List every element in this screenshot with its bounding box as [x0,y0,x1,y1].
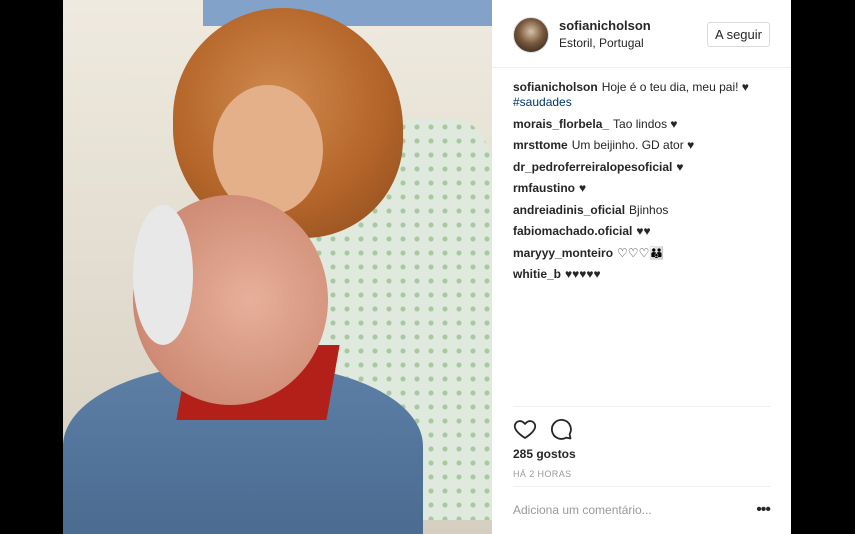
following-button[interactable]: A seguir [707,22,770,47]
comment-text: ♥♥ [636,224,651,238]
add-comment-input[interactable]: Adiciona um comentário... [513,503,733,517]
heart-outline-icon[interactable] [513,417,537,441]
post-header: sofianicholson Estoril, Portugal A segui… [492,0,791,68]
post-sidebar: sofianicholson Estoril, Portugal A segui… [492,0,791,534]
comment-item: fabiomachado.oficial ♥♥ [513,224,778,239]
likes-count[interactable]: 285 gostos [513,447,576,461]
comment-username[interactable]: morais_florbela_ [513,117,609,131]
comment-username[interactable]: mrsttome [513,138,568,152]
comment-text: ♥ [676,159,684,174]
comment-text: ♥ [579,181,587,195]
comment-text: Bjinhos [629,202,669,217]
speech-bubble-icon[interactable] [549,417,573,441]
caption: sofianicholson Hoje é o teu dia, meu pai!… [513,80,778,110]
comment-text: ♥♥♥♥♥ [565,267,601,281]
comment-item: whitie_b ♥♥♥♥♥ [513,267,778,282]
comment-item: andreiadinis_oficial Bjinhos [513,203,778,218]
comment-username[interactable]: maryyy_monteiro [513,246,613,260]
caption-text: Hoje é o teu dia, meu pai! ♥ [601,80,749,94]
add-comment-bar: Adiciona um comentário... ••• [513,486,771,534]
comment-username[interactable]: rmfaustino [513,181,575,195]
ellipsis-icon[interactable]: ••• [756,502,771,518]
comment-username[interactable]: andreiadinis_oficial [513,203,625,217]
post-photo[interactable] [63,0,492,534]
comment-username[interactable]: fabiomachado.oficial [513,224,632,238]
comment-text: Um beijinho. GD ator ♥ [571,138,695,152]
comment-username[interactable]: whitie_b [513,267,561,281]
comment-username[interactable]: dr_pedroferreiralopesoficial [513,160,672,174]
comment-text: ♡♡♡👪 [617,245,665,260]
post-timestamp: HÁ 2 HORAS [513,469,572,479]
comment-item: rmfaustino ♥ [513,181,778,196]
photo-man-hair [133,205,193,345]
comments-list: sofianicholson Hoje é o teu dia, meu pai!… [513,80,778,289]
comment-item: mrsttome Um beijinho. GD ator ♥ [513,138,778,153]
comment-item: dr_pedroferreiralopesoficial ♥ [513,160,778,175]
caption-username[interactable]: sofianicholson [513,80,598,94]
comment-item: morais_florbela_ Tao lindos ♥ [513,117,778,132]
post-location[interactable]: Estoril, Portugal [559,36,644,50]
avatar[interactable] [513,17,549,53]
caption-hashtag[interactable]: #saudades [513,95,572,109]
comment-text: Tao lindos ♥ [613,116,678,131]
post-actions: 285 gostos HÁ 2 HORAS [513,406,770,486]
post-username[interactable]: sofianicholson [559,18,651,33]
comment-item: maryyy_monteiro ♡♡♡👪 [513,246,778,261]
